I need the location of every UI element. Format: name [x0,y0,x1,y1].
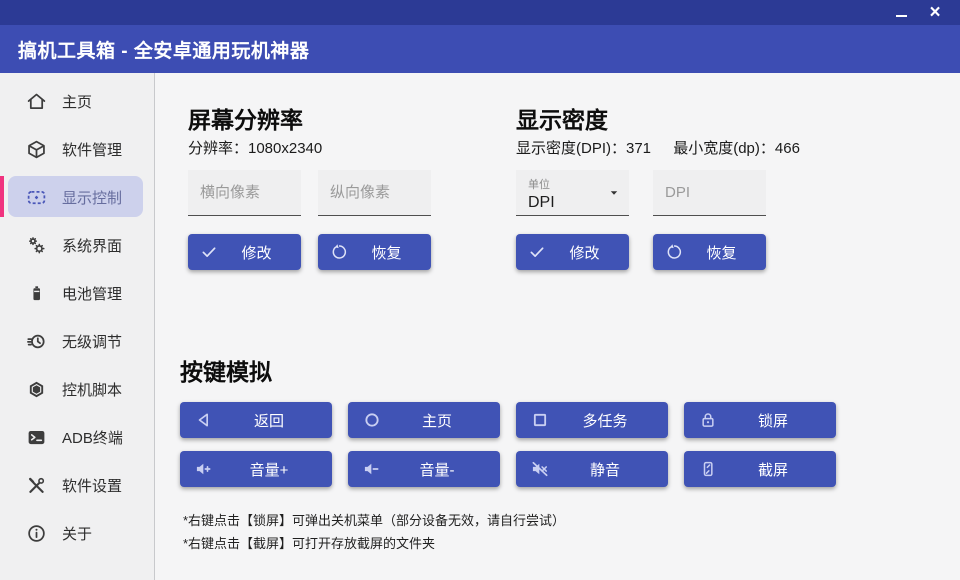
restore-icon [330,243,348,261]
chevron-down-icon [607,186,621,200]
sidebar-item-label: 系统界面 [62,235,122,256]
info-icon [26,523,47,544]
home-key-button[interactable]: 主页 [348,402,500,438]
restore-icon [665,243,683,261]
app-window: × 搞机工具箱 - 全安卓通用玩机神器 主页 软件管理 [0,0,960,580]
sidebar-item-app-management[interactable]: 软件管理 [0,125,154,173]
lock-icon [698,410,718,430]
sidebar-item-about[interactable]: 关于 [0,509,154,557]
battery-icon [26,283,47,304]
check-icon [200,243,218,261]
close-button[interactable]: × [922,0,948,25]
sidebar-item-label: ADB终端 [62,427,123,448]
volume-down-key-button[interactable]: 音量- [348,451,500,487]
mute-icon [530,459,550,479]
tools-icon [26,475,47,496]
sidebar-item-app-settings[interactable]: 软件设置 [0,461,154,509]
screenshot-key-button[interactable]: 截屏 [684,451,836,487]
unit-dropdown[interactable]: 单位 DPI [516,170,629,216]
sidebar-item-label: 关于 [62,523,92,544]
sidebar-item-stepless-adjust[interactable]: 无级调节 [0,317,154,365]
min-width-dp: 最小宽度(dp)：466 [673,140,800,157]
sidebar-item-control-script[interactable]: 控机脚本 [0,365,154,413]
sidebar-item-label: 电池管理 [62,283,122,304]
sidebar-item-home[interactable]: 主页 [0,77,154,125]
minimize-icon [896,15,907,17]
minimize-button[interactable] [888,0,914,25]
back-key-button[interactable]: 返回 [180,402,332,438]
volume-up-key-button[interactable]: 音量+ [180,451,332,487]
sidebar-item-adb-terminal[interactable]: ADB终端 [0,413,154,461]
screenshot-icon [698,459,718,479]
home-icon [26,91,47,112]
density-title: 显示密度 [516,106,800,134]
mute-key-button[interactable]: 静音 [516,451,668,487]
height-pixels-input[interactable] [318,170,431,216]
selected-accent-bar [0,176,4,217]
volume-down-icon [362,459,382,479]
sidebar-item-system-ui[interactable]: 系统界面 [0,221,154,269]
density-section: 显示密度 显示密度(DPI)：371 最小宽度(dp)：466 单位 DPI [516,106,800,270]
resolution-apply-button[interactable]: 修改 [188,234,301,270]
resolution-title: 屏幕分辨率 [188,106,431,134]
terminal-icon [26,427,47,448]
resolution-section: 屏幕分辨率 分辨率：1080x2340 修改 [188,106,431,270]
current-resolution: 分辨率：1080x2340 [188,140,431,158]
width-pixels-input[interactable] [188,170,301,216]
density-restore-button[interactable]: 恢复 [653,234,766,270]
app-header: 搞机工具箱 - 全安卓通用玩机神器 [0,25,960,73]
lock-screen-key-button[interactable]: 锁屏 [684,402,836,438]
sidebar-item-battery[interactable]: 电池管理 [0,269,154,317]
sidebar-item-label: 软件管理 [62,139,122,160]
titlebar: × [0,0,960,25]
sidebar-item-label: 软件设置 [62,475,122,496]
sidebar-item-display-control[interactable]: 显示控制 [0,173,154,221]
sidebar-item-label: 主页 [62,91,92,112]
speed-clock-icon [26,331,47,352]
current-dpi: 显示密度(DPI)：371 [516,140,651,157]
sidebar-item-label: 无级调节 [62,331,122,352]
display-control-icon [26,187,47,208]
sidebar: 主页 软件管理 显示控制 [0,73,155,580]
sidebar-item-label: 控机脚本 [62,379,122,400]
recents-key-button[interactable]: 多任务 [516,402,668,438]
resolution-restore-button[interactable]: 恢复 [318,234,431,270]
main-content: 屏幕分辨率 分辨率：1080x2340 修改 [155,73,960,580]
recents-icon [530,410,550,430]
check-icon [528,243,546,261]
hexagon-icon [26,379,47,400]
key-simulation-title: 按键模拟 [180,358,960,386]
sidebar-item-label: 显示控制 [62,187,122,208]
note-screenshot: *右键点击【截屏】可打开存放截屏的文件夹 [183,532,960,555]
key-simulation-section: 按键模拟 返回 主页 [180,358,960,555]
package-icon [26,139,47,160]
density-apply-button[interactable]: 修改 [516,234,629,270]
note-lock-screen: *右键点击【锁屏】可弹出关机菜单（部分设备无效，请自行尝试） [183,509,960,532]
home-circle-icon [362,410,382,430]
gears-icon [26,235,47,256]
volume-up-icon [194,459,214,479]
back-icon [194,410,214,430]
app-title: 搞机工具箱 - 全安卓通用玩机神器 [18,36,309,63]
dpi-input[interactable] [653,170,766,216]
